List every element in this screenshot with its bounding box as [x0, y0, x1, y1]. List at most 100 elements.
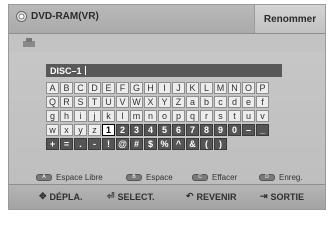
- keyboard-key[interactable]: s: [214, 110, 227, 122]
- keyboard-key[interactable]: =: [60, 138, 73, 150]
- keyboard-key[interactable]: g: [46, 110, 59, 122]
- keyboard-key[interactable]: 2: [116, 124, 129, 136]
- keyboard-key[interactable]: 9: [214, 124, 227, 136]
- keyboard-key[interactable]: a: [186, 96, 199, 108]
- keyboard-key[interactable]: –: [242, 124, 255, 136]
- option-b-label: Espace: [146, 172, 173, 182]
- disc-title: DVD-RAM(VR): [16, 11, 99, 22]
- keyboard-key[interactable]: 4: [144, 124, 157, 136]
- keyboard-key[interactable]: &: [186, 138, 199, 150]
- keyboard-key[interactable]: .: [74, 138, 87, 150]
- keyboard-key[interactable]: u: [242, 110, 255, 122]
- keyboard-row: ghijklmnopqrstuv: [46, 110, 282, 122]
- keyboard-key[interactable]: n: [144, 110, 157, 122]
- keyboard-key[interactable]: t: [228, 110, 241, 122]
- keyboard-key[interactable]: i: [74, 110, 87, 122]
- keyboard-key[interactable]: b: [200, 96, 213, 108]
- keyboard-key[interactable]: N: [228, 82, 241, 94]
- option-d[interactable]: D Enreg.: [259, 173, 303, 182]
- keyboard-key[interactable]: y: [74, 124, 87, 136]
- keyboard-key[interactable]: K: [186, 82, 199, 94]
- keyboard-key[interactable]: x: [60, 124, 73, 136]
- keyboard-key[interactable]: G: [130, 82, 143, 94]
- keyboard-key[interactable]: j: [88, 110, 101, 122]
- keyboard-key[interactable]: 8: [200, 124, 213, 136]
- rename-dialog: DVD-RAM(VR) Renommer DISC–1 ABCDEFGHIJKL…: [8, 4, 326, 210]
- keyboard-key[interactable]: Q: [46, 96, 59, 108]
- keyboard-key[interactable]: #: [130, 138, 143, 150]
- keyboard-key[interactable]: r: [200, 110, 213, 122]
- return-icon: ↶: [186, 191, 194, 201]
- keyboard-key[interactable]: X: [144, 96, 157, 108]
- keyboard-key[interactable]: O: [242, 82, 255, 94]
- keyboard-key[interactable]: M: [214, 82, 227, 94]
- keyboard-row: QRSTUVWXYZabcdef: [46, 96, 282, 108]
- keyboard-key[interactable]: -: [88, 138, 101, 150]
- keyboard-key[interactable]: ^: [172, 138, 185, 150]
- keyboard-key[interactable]: A: [46, 82, 59, 94]
- keyboard-key[interactable]: 0: [228, 124, 241, 136]
- button-b-icon: B: [126, 173, 142, 181]
- title-bar: DVD-RAM(VR) Renommer: [9, 5, 325, 34]
- keyboard-key[interactable]: k: [102, 110, 115, 122]
- keyboard-key[interactable]: W: [130, 96, 143, 108]
- keyboard-key[interactable]: !: [102, 138, 115, 150]
- rename-tab[interactable]: Renommer: [254, 5, 325, 33]
- keyboard-key[interactable]: 1: [102, 124, 115, 136]
- nav-exit: ⇥ SORTIE: [260, 191, 304, 202]
- keyboard-key[interactable]: Z: [172, 96, 185, 108]
- keyboard-key[interactable]: 5: [158, 124, 171, 136]
- keyboard-key[interactable]: q: [186, 110, 199, 122]
- arrows-icon: ✥: [39, 191, 47, 201]
- option-a[interactable]: A Espace Libre: [36, 173, 103, 182]
- keyboard-key[interactable]: Y: [158, 96, 171, 108]
- keyboard-key[interactable]: V: [116, 96, 129, 108]
- keyboard-key[interactable]: C: [74, 82, 87, 94]
- keyboard-key[interactable]: R: [60, 96, 73, 108]
- keyboard-key[interactable]: 3: [130, 124, 143, 136]
- keyboard-key[interactable]: p: [172, 110, 185, 122]
- keyboard-key[interactable]: I: [158, 82, 171, 94]
- onscreen-keyboard: ABCDEFGHIJKLMNOP QRSTUVWXYZabcdef ghijklmn…: [46, 82, 282, 152]
- keyboard-key[interactable]: E: [102, 82, 115, 94]
- keyboard-key[interactable]: H: [144, 82, 157, 94]
- keyboard-key[interactable]: h: [60, 110, 73, 122]
- keyboard-key[interactable]: F: [116, 82, 129, 94]
- keyboard-key[interactable]: S: [74, 96, 87, 108]
- keyboard-key[interactable]: U: [102, 96, 115, 108]
- keyboard-key[interactable]: v: [256, 110, 269, 122]
- keyboard-key[interactable]: D: [88, 82, 101, 94]
- keyboard-key[interactable]: (: [200, 138, 213, 150]
- keyboard-key[interactable]: m: [130, 110, 143, 122]
- keyboard-key[interactable]: z: [88, 124, 101, 136]
- option-c[interactable]: C Effacer: [192, 173, 237, 182]
- keyboard-key[interactable]: d: [228, 96, 241, 108]
- keyboard-key[interactable]: %: [158, 138, 171, 150]
- keyboard-key[interactable]: T: [88, 96, 101, 108]
- keyboard-key[interactable]: J: [172, 82, 185, 94]
- keyboard-key[interactable]: c: [214, 96, 227, 108]
- name-input-value: DISC–1: [50, 65, 82, 76]
- keyboard-key[interactable]: 6: [172, 124, 185, 136]
- keyboard-key[interactable]: _: [256, 124, 269, 136]
- option-b[interactable]: B Espace: [126, 173, 173, 182]
- keyboard-key[interactable]: L: [200, 82, 213, 94]
- keyboard-key[interactable]: w: [46, 124, 59, 136]
- keyboard-key[interactable]: e: [242, 96, 255, 108]
- nav-move-label: DÉPLA.: [49, 191, 83, 202]
- keyboard-key[interactable]: $: [144, 138, 157, 150]
- option-c-label: Effacer: [212, 172, 238, 182]
- keyboard-key[interactable]: @: [116, 138, 129, 150]
- name-input[interactable]: DISC–1: [46, 64, 282, 77]
- nav-select: ⏎ SELECT.: [107, 191, 155, 202]
- keyboard-key[interactable]: P: [256, 82, 269, 94]
- disc-type-label: DVD-RAM(VR): [31, 11, 99, 22]
- keyboard-key[interactable]: 7: [186, 124, 199, 136]
- keyboard-key[interactable]: f: [256, 96, 269, 108]
- keyboard-key[interactable]: B: [60, 82, 73, 94]
- keyboard-key[interactable]: ): [214, 138, 227, 150]
- keyboard-key[interactable]: +: [46, 138, 59, 150]
- keyboard-key[interactable]: l: [116, 110, 129, 122]
- keyboard-key[interactable]: o: [158, 110, 171, 122]
- rename-tab-label: Renommer: [263, 13, 317, 25]
